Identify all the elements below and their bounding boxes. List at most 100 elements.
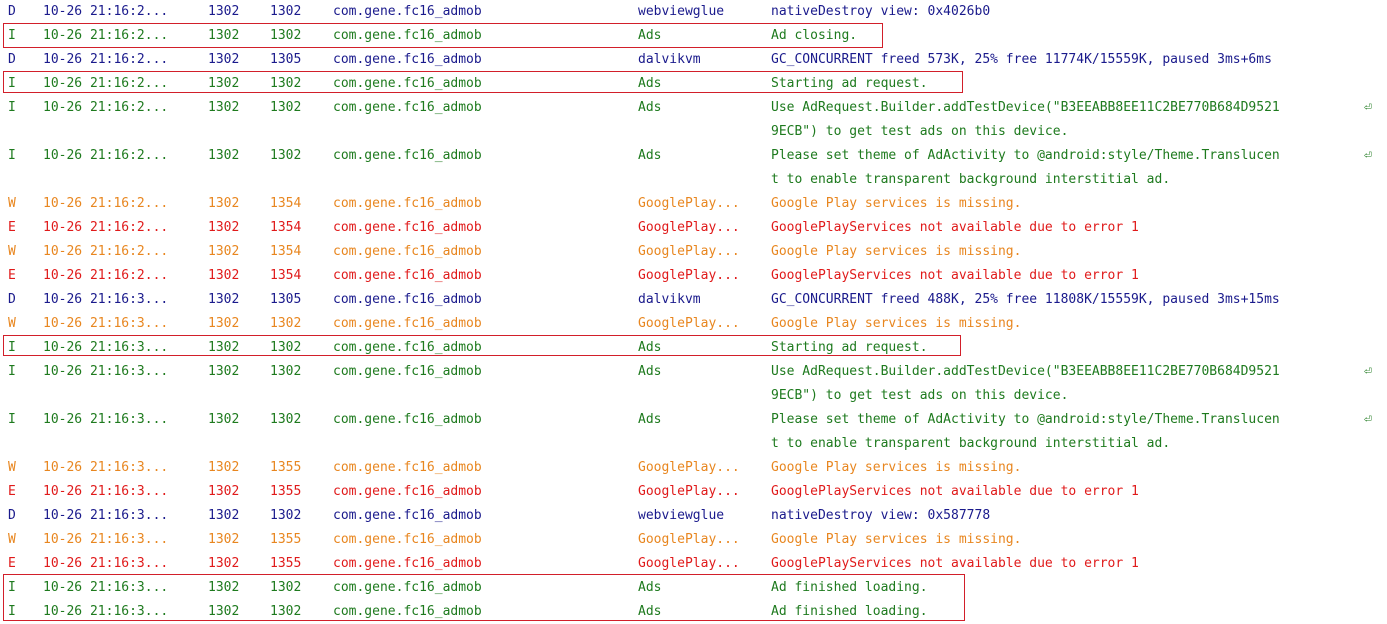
log-application: com.gene.fc16_admob (333, 76, 482, 91)
log-time: 10-26 21:16:2... (43, 52, 169, 67)
log-message: Please set theme of AdActivity to @andro… (771, 412, 1280, 427)
log-row-continuation[interactable]: 9ECB") to get test ads on this device. (0, 384, 1387, 408)
log-level: I (8, 76, 16, 91)
log-tag: dalvikvm (638, 292, 701, 307)
log-tid: 1302 (270, 364, 302, 379)
log-application: com.gene.fc16_admob (333, 412, 482, 427)
log-pid: 1302 (208, 28, 240, 43)
log-row[interactable]: D 10-26 21:16:3... 1302 1305 com.gene.fc16_a… (0, 288, 1387, 312)
log-row-continuation[interactable]: t to enable transparent background inter… (0, 168, 1387, 192)
log-tag: GooglePlay... (638, 268, 740, 283)
log-tid: 1302 (270, 76, 302, 91)
log-time: 10-26 21:16:2... (43, 244, 169, 259)
log-message: t to enable transparent background inter… (771, 172, 1171, 187)
log-row[interactable]: W 10-26 21:16:3... 1302 1355 com.gene.fc16_a… (0, 528, 1387, 552)
log-pid: 1302 (208, 532, 240, 547)
log-pid: 1302 (208, 268, 240, 283)
log-level: D (8, 508, 16, 523)
log-pid: 1302 (208, 340, 240, 355)
log-message: Use AdRequest.Builder.addTestDevice("B3E… (771, 100, 1280, 115)
log-pid: 1302 (208, 220, 240, 235)
log-level: D (8, 52, 16, 67)
log-level: D (8, 4, 16, 19)
log-application: com.gene.fc16_admob (333, 100, 482, 115)
log-tid: 1354 (270, 268, 302, 283)
log-row[interactable]: E 10-26 21:16:3... 1302 1355 com.gene.fc16_a… (0, 480, 1387, 504)
log-row[interactable]: W 10-26 21:16:2... 1302 1354 com.gene.fc16_a… (0, 240, 1387, 264)
log-tag: GooglePlay... (638, 196, 740, 211)
log-message: GooglePlayServices not available due to … (771, 484, 1139, 499)
log-pid: 1302 (208, 76, 240, 91)
log-pid: 1302 (208, 364, 240, 379)
log-row-continuation[interactable]: t to enable transparent background inter… (0, 432, 1387, 456)
log-pid: 1302 (208, 604, 240, 619)
log-tid: 1355 (270, 460, 302, 475)
log-level: I (8, 364, 16, 379)
log-tag: Ads (638, 28, 662, 43)
log-level: W (8, 244, 16, 259)
log-row[interactable]: D 10-26 21:16:3... 1302 1302 com.gene.fc16_a… (0, 504, 1387, 528)
log-pid: 1302 (208, 484, 240, 499)
log-time: 10-26 21:16:3... (43, 460, 169, 475)
log-pid: 1302 (208, 412, 240, 427)
log-row[interactable]: I 10-26 21:16:2... 1302 1302 com.gene.fc16_a… (0, 144, 1387, 168)
log-row[interactable]: I 10-26 21:16:3... 1302 1302 com.gene.fc16_a… (0, 576, 1387, 600)
log-row[interactable]: E 10-26 21:16:2... 1302 1354 com.gene.fc16_a… (0, 216, 1387, 240)
log-tid: 1354 (270, 220, 302, 235)
log-message: Starting ad request. (771, 340, 928, 355)
log-message: GooglePlayServices not available due to … (771, 556, 1139, 571)
log-row-continuation[interactable]: 9ECB") to get test ads on this device. (0, 120, 1387, 144)
log-row[interactable]: I 10-26 21:16:2... 1302 1302 com.gene.fc16_a… (0, 96, 1387, 120)
line-wrap-icon: ⏎ (1364, 100, 1372, 115)
log-row[interactable]: W 10-26 21:16:3... 1302 1355 com.gene.fc16_a… (0, 456, 1387, 480)
log-row[interactable]: I 10-26 21:16:3... 1302 1302 com.gene.fc16_a… (0, 336, 1387, 360)
log-time: 10-26 21:16:3... (43, 364, 169, 379)
log-level: W (8, 460, 16, 475)
log-tag: webviewglue (638, 508, 725, 523)
log-row[interactable]: W 10-26 21:16:2... 1302 1354 com.gene.fc16_a… (0, 192, 1387, 216)
log-row[interactable]: I 10-26 21:16:2... 1302 1302 com.gene.fc16_a… (0, 24, 1387, 48)
log-level: E (8, 556, 16, 571)
log-tag: GooglePlay... (638, 460, 740, 475)
log-row[interactable]: W 10-26 21:16:3... 1302 1302 com.gene.fc16_a… (0, 312, 1387, 336)
log-tag: GooglePlay... (638, 556, 740, 571)
log-level: E (8, 220, 16, 235)
log-level: W (8, 532, 16, 547)
log-message: Ad finished loading. (771, 604, 928, 619)
log-pid: 1302 (208, 196, 240, 211)
log-row[interactable]: I 10-26 21:16:3... 1302 1302 com.gene.fc16_a… (0, 360, 1387, 384)
log-application: com.gene.fc16_admob (333, 196, 482, 211)
log-row[interactable]: D 10-26 21:16:2... 1302 1305 com.gene.fc16_a… (0, 48, 1387, 72)
logcat-message-list: D 10-26 21:16:2... 1302 1302 com.gene.fc16_a… (0, 0, 1387, 624)
log-application: com.gene.fc16_admob (333, 292, 482, 307)
log-application: com.gene.fc16_admob (333, 460, 482, 475)
log-row[interactable]: I 10-26 21:16:3... 1302 1302 com.gene.fc16_a… (0, 600, 1387, 624)
log-tag: Ads (638, 100, 662, 115)
log-level: D (8, 292, 16, 307)
log-message: Please set theme of AdActivity to @andro… (771, 148, 1280, 163)
log-time: 10-26 21:16:2... (43, 148, 169, 163)
log-row[interactable]: I 10-26 21:16:3... 1302 1302 com.gene.fc16_a… (0, 408, 1387, 432)
log-row[interactable]: E 10-26 21:16:3... 1302 1355 com.gene.fc16_a… (0, 552, 1387, 576)
log-tid: 1355 (270, 484, 302, 499)
log-tag: Ads (638, 76, 662, 91)
log-level: W (8, 196, 16, 211)
line-wrap-icon: ⏎ (1364, 364, 1372, 379)
log-tid: 1302 (270, 316, 302, 331)
log-tag: dalvikvm (638, 52, 701, 67)
log-row[interactable]: E 10-26 21:16:2... 1302 1354 com.gene.fc16_a… (0, 264, 1387, 288)
log-pid: 1302 (208, 244, 240, 259)
log-application: com.gene.fc16_admob (333, 244, 482, 259)
log-pid: 1302 (208, 580, 240, 595)
log-row[interactable]: I 10-26 21:16:2... 1302 1302 com.gene.fc16_a… (0, 72, 1387, 96)
log-pid: 1302 (208, 52, 240, 67)
log-time: 10-26 21:16:3... (43, 556, 169, 571)
log-application: com.gene.fc16_admob (333, 580, 482, 595)
log-message: Google Play services is missing. (771, 316, 1022, 331)
log-tag: Ads (638, 604, 662, 619)
log-message: nativeDestroy view: 0x4026b0 (771, 4, 991, 19)
log-tid: 1302 (270, 100, 302, 115)
log-level: W (8, 316, 16, 331)
log-tid: 1354 (270, 196, 302, 211)
log-row[interactable]: D 10-26 21:16:2... 1302 1302 com.gene.fc16_a… (0, 0, 1387, 24)
